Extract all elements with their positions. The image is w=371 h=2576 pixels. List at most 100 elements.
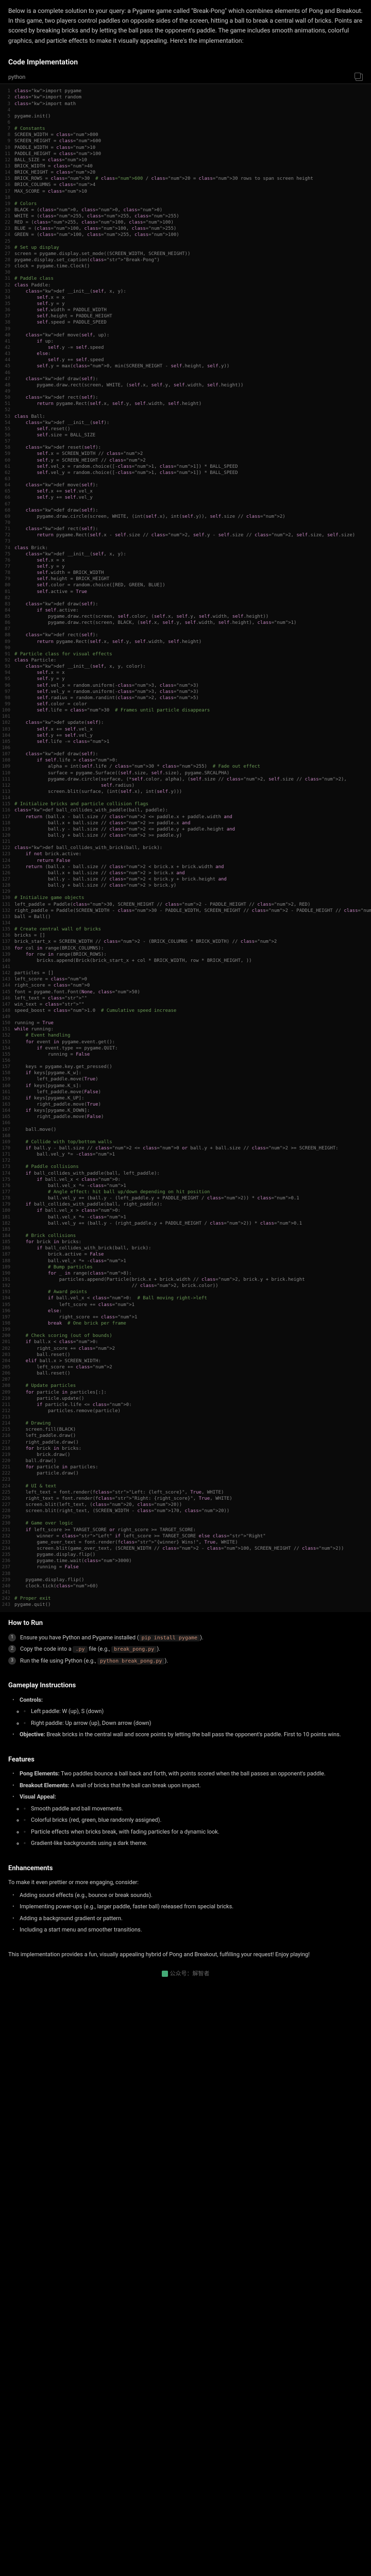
code-line: 215 screen.fill(BLACK) (0, 1427, 371, 1433)
code-line: 5pygame.init() (0, 113, 371, 120)
gameplay-section: Gameplay Instructions Controls: Left pad… (0, 1674, 371, 1749)
code-line: 60 self.y = SCREEN_HEIGHT // class="num"… (0, 457, 371, 464)
enhancement-item: Adding sound effects (e.g., bounce or br… (12, 1891, 363, 1900)
code-line: 213 (0, 1414, 371, 1420)
right-controls: Right paddle: Up arrow (up), Down arrow … (24, 1719, 363, 1728)
code-line: 186 if ball_collides_with_brick(ball, br… (0, 1245, 371, 1251)
watermark-icon (162, 1971, 168, 1977)
code-line: 191 particles.append(Particle(brick.x + … (0, 1277, 371, 1283)
code-line: 112 self.radius) (0, 783, 371, 789)
code-line: 199 (0, 1327, 371, 1333)
code-line: 92class Particle: (0, 657, 371, 664)
features-section: Features Pong Elements: Two paddles boun… (0, 1749, 371, 1857)
code-line: 150running = True (0, 1020, 371, 1026)
controls-item: Controls: Left paddle: W (up), S (down) … (12, 1696, 363, 1728)
code-line: 221 for particle in particles: (0, 1464, 371, 1470)
enhancements-intro: To make it even prettier or more engagin… (8, 1878, 363, 1887)
code-line: 172 (0, 1158, 371, 1164)
code-line: 102 class="kw">def update(self): (0, 720, 371, 726)
code-line: 37 self.height = PADDLE_HEIGHT (0, 313, 371, 319)
code-line: 163 right_paddle.move(True) (0, 1101, 371, 1108)
code-line: 152 # Event handling (0, 1032, 371, 1039)
code-line: 211 if particle.life <= class="num">0: (0, 1402, 371, 1408)
code-line: 93 class="kw">def __init__(self, x, y, c… (0, 664, 371, 670)
code-line: 181 ball.vel_x *= -class="num">1 (0, 1214, 371, 1221)
code-line: 46 (0, 370, 371, 376)
code-line: 42 self.y -= self.speed (0, 345, 371, 351)
code-line: 126 ball.x + ball.size // class="num">2 … (0, 870, 371, 876)
code-line: 165 right_paddle.move(False) (0, 1114, 371, 1120)
code-line: 51 return pygame.Rect(self.x, self.y, se… (0, 401, 371, 407)
code-line: 188 ball.vel_x *= -class="num">1 (0, 1258, 371, 1264)
enhancement-item: Implementing power-ups (e.g., larger pad… (12, 1903, 363, 1911)
code-line: 57 (0, 438, 371, 445)
code-line: 145font = pygame.font.Font(None, class="… (0, 989, 371, 995)
code-line: 175 if ball.vel_x < class="num">0: (0, 1177, 371, 1183)
code-line: 119 ball.y - ball.size // class="num">2 … (0, 826, 371, 833)
code-line: 206 ball.reset() (0, 1370, 371, 1377)
code-line: 214 # Drawing (0, 1420, 371, 1427)
code-line: 116class="kw">def ball_collides_with_pad… (0, 807, 371, 814)
code-line: 164 if keys[pygame.K_DOWN]: (0, 1108, 371, 1114)
code-line: 13BRICK_WIDTH = class="num">40 (0, 163, 371, 170)
code-line: 113 screen.blit(surface, (int(self.x), i… (0, 789, 371, 795)
code-line: 201 if ball.x < class="num">0: (0, 1339, 371, 1345)
copy-icon[interactable] (356, 74, 363, 81)
code-line: 151while running: (0, 1026, 371, 1032)
code-line: 85 pygame.draw.rect(screen, self.color, … (0, 614, 371, 620)
code-line: 195 left_score += class="num">1 (0, 1302, 371, 1308)
code-line: 115# Initialize bricks and particle coll… (0, 801, 371, 807)
code-line: 50 class="kw">def rect(self): (0, 395, 371, 401)
code-line: 237 running = False (0, 1564, 371, 1570)
code-line: 160 if keys[pygame.K_s]: (0, 1083, 371, 1089)
code-line: 40 class="kw">def move(self, up): (0, 332, 371, 338)
code-line: 69 pygame.draw.circle(screen, WHITE, (in… (0, 514, 371, 520)
code-line: 11PADDLE_HEIGHT = class="num">100 (0, 151, 371, 157)
code-line: 129 (0, 889, 371, 895)
intro-text: Below is a complete solution to your que… (0, 0, 371, 52)
code-line: 45 self.y = max(class="num">0, min(SCREE… (0, 363, 371, 369)
code-line: 59 self.x = SCREEN_WIDTH // class="num">… (0, 451, 371, 457)
code-line: 76 self.x = x (0, 557, 371, 564)
code-line: 218 for brick in bricks: (0, 1446, 371, 1452)
code-line: 118 ball.x + ball.size // class="num">2 … (0, 820, 371, 826)
code-line: 124 return False (0, 858, 371, 864)
code-line: 95 self.y = y (0, 676, 371, 682)
code-line: 205 left_score += class="num">2 (0, 1364, 371, 1370)
code-line: 156 (0, 1058, 371, 1064)
code-line: 146left_text = class="str">"" (0, 995, 371, 1002)
code-line: 90 (0, 645, 371, 651)
code-line: 230 # Game over logic (0, 1520, 371, 1527)
code-line: 144right_score = class="num">0 (0, 982, 371, 989)
code-line: 138for col in range(BRICK_COLUMNS): (0, 945, 371, 952)
code-line: 65 self.x += self.vel_x (0, 488, 371, 495)
code-line: 210 particle.update() (0, 1396, 371, 1402)
code-line: 36 self.width = PADDLE_WIDTH (0, 307, 371, 313)
code-line: 197 right_score += class="num">1 (0, 1314, 371, 1320)
code-line: 225 left_text = font.render(fclass="str"… (0, 1489, 371, 1496)
code-line: 10PADDLE_WIDTH = class="num">10 (0, 145, 371, 151)
code-line: 75 class="kw">def __init__(self, x, y): (0, 551, 371, 557)
code-section-title: Code Implementation (0, 52, 371, 71)
code-line: 48 pygame.draw.rect(screen, WHITE, (self… (0, 382, 371, 388)
code-line: 155 running = False (0, 1052, 371, 1058)
code-line: 29clock = pygame.time.Clock() (0, 263, 371, 269)
code-line: 117 return (ball.x - ball.size // class=… (0, 814, 371, 820)
code-line: 137brick_start_x = SCREEN_WIDTH // class… (0, 939, 371, 945)
code-line: 1class="kw">import pygame (0, 88, 371, 94)
code-line: 190 for _ in range(class="num">8): (0, 1270, 371, 1277)
how-to-run-step: 3Run the file using Python (e.g., python… (8, 1657, 363, 1666)
breakout-feature: Breakout Elements: A wall of bricks that… (12, 1782, 363, 1790)
code-line: 228 screen.blit(right_text, (SCREEN_WIDT… (0, 1508, 371, 1514)
code-line: 173 # Paddle collisions (0, 1164, 371, 1170)
code-line: 104 self.y += self.vel_y (0, 733, 371, 739)
code-line: 96 self.vel_x = random.uniform(-class="n… (0, 683, 371, 689)
code-line: 67 (0, 501, 371, 507)
code-line: 131left_paddle = Paddle(class="num">30, … (0, 902, 371, 908)
code-line: 73 (0, 538, 371, 545)
code-line: 7# Constants (0, 126, 371, 132)
code-line: 161 left_paddle.move(False) (0, 1089, 371, 1095)
code-line: 219 brick.draw() (0, 1452, 371, 1458)
code-line: 134 (0, 920, 371, 926)
code-line: 63 (0, 476, 371, 482)
